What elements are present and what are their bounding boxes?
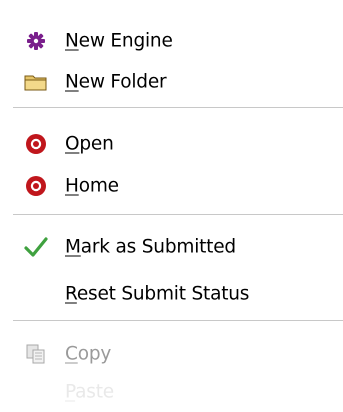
menu-separator xyxy=(13,320,343,321)
menu-item-new-folder[interactable]: New Folder xyxy=(0,62,343,102)
menu-item-home[interactable]: Home xyxy=(0,166,343,206)
menu-item-paste[interactable]: Paste xyxy=(0,372,343,412)
menu-separator xyxy=(13,107,343,108)
menu-item-label: Copy xyxy=(65,343,112,365)
menu-item-label: Mark as Submitted xyxy=(65,236,236,258)
context-menu: New Engine New Folder Open Home Mark as … xyxy=(0,0,343,403)
menu-item-open[interactable]: Open xyxy=(0,124,343,164)
menu-item-label: Reset Submit Status xyxy=(65,283,250,305)
menu-item-label: Home xyxy=(65,175,119,197)
menu-item-copy[interactable]: Copy xyxy=(0,334,343,374)
folder-icon xyxy=(24,70,48,94)
gear-icon xyxy=(24,29,48,53)
menu-item-reset-submit-status[interactable]: Reset Submit Status xyxy=(0,274,343,314)
red-circle-icon xyxy=(24,132,48,156)
menu-separator xyxy=(13,214,343,215)
checkmark-icon xyxy=(24,235,48,259)
copy-icon xyxy=(24,342,48,366)
red-circle-icon xyxy=(24,174,48,198)
menu-item-label: New Folder xyxy=(65,71,167,93)
menu-item-label: Open xyxy=(65,133,114,155)
menu-item-label: Paste xyxy=(65,381,114,403)
menu-item-mark-as-submitted[interactable]: Mark as Submitted xyxy=(0,227,343,267)
menu-item-new-engine[interactable]: New Engine xyxy=(0,21,343,61)
menu-item-label: New Engine xyxy=(65,30,173,52)
